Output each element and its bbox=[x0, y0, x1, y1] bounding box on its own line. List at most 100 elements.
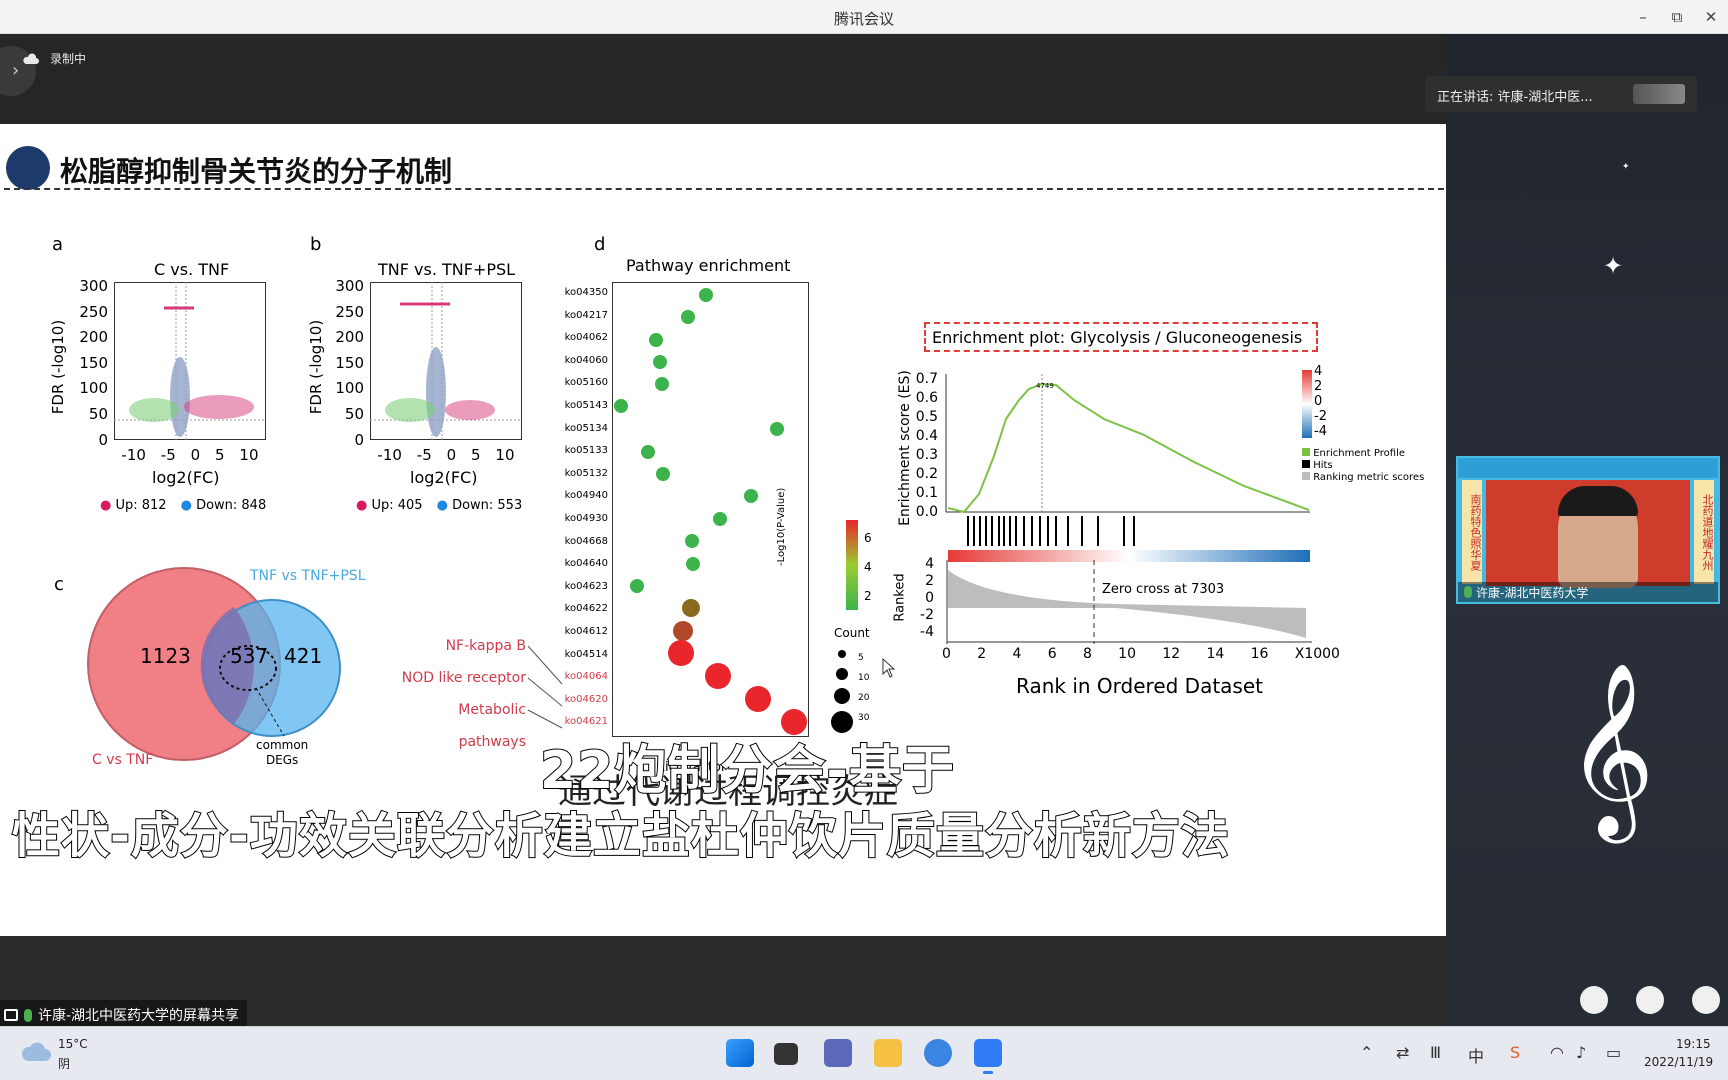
panel-c-letter: c bbox=[54, 574, 64, 595]
taskbar: 15°C 阴 ⌃ ⇄ Ⅲ 中 S ◠ ♪ ▭ 19:15 2022/11/19 bbox=[0, 1026, 1728, 1080]
gsea-xticks: 0 2 4 6 8 10 12 14 16 X1000 bbox=[942, 646, 1340, 662]
taskview-icon[interactable] bbox=[774, 1043, 798, 1065]
venn-common-count: 537 bbox=[230, 644, 269, 668]
title-bullet bbox=[6, 146, 50, 190]
panel-d-letter: d bbox=[594, 234, 606, 255]
slide-title: 松脂醇抑制骨关节炎的分子机制 bbox=[60, 155, 453, 188]
subtitle-line-1: 22炮制分会-基于 bbox=[539, 740, 955, 802]
participant-name: 许康-湖北中医药大学 bbox=[1476, 585, 1589, 600]
panel-b-xticks: -10 -5 0 5 10 bbox=[377, 446, 515, 464]
legend-swatch bbox=[1302, 472, 1310, 480]
panel-b-legend: ● Up: 405 ● Down: 553 bbox=[356, 498, 523, 513]
venn-right-label: TNF vs TNF+PSL bbox=[250, 568, 366, 584]
emoji-icon[interactable] bbox=[1580, 986, 1608, 1014]
panel-a-yticks: 300 250 200 150 100 50 0 bbox=[79, 277, 108, 449]
gsea-title: Enrichment plot: Glycolysis / Gluconeoge… bbox=[924, 322, 1318, 352]
participant-name-bar: 许康-湖北中医药大学 bbox=[1458, 582, 1718, 602]
start-icon[interactable] bbox=[726, 1039, 754, 1067]
app-icon-meeting[interactable] bbox=[824, 1039, 852, 1067]
speaking-indicator: 正在讲话: 许康-湖北中医... bbox=[1425, 76, 1697, 112]
sparkle-icon: ✦ bbox=[1603, 252, 1624, 280]
gsea-peak-label: 4749 bbox=[1036, 382, 1054, 390]
ime-icon[interactable]: 中 bbox=[1468, 1043, 1484, 1067]
gsea-legend: Enrichment Profile Hits Ranking metric s… bbox=[1302, 448, 1424, 484]
colorbar-title: -Log10(P-Value) bbox=[776, 487, 787, 566]
clock-date[interactable]: 2022/11/19 bbox=[1644, 1055, 1713, 1069]
sparkle-icon: ✦ bbox=[1622, 162, 1630, 172]
file-explorer-icon[interactable] bbox=[874, 1039, 902, 1067]
share-label-text: 许康-湖北中医药大学的屏幕共享 bbox=[38, 1008, 240, 1024]
count-legend-ticks: 5 10 20 30 bbox=[858, 653, 870, 723]
wifi-icon[interactable]: ◠ bbox=[1550, 1043, 1564, 1062]
video-banner-left: 南药特色照华夏 bbox=[1462, 480, 1482, 584]
colorbar-ticks: 642 bbox=[864, 531, 872, 603]
heat-ticks: 4 2 0 -2 -4 bbox=[1314, 364, 1327, 439]
volume-icon[interactable]: ♪ bbox=[1576, 1043, 1586, 1062]
video-banner bbox=[1458, 458, 1718, 478]
speaker-icon[interactable] bbox=[1633, 84, 1685, 104]
venn-right-count: 421 bbox=[284, 644, 323, 668]
tray-app-icon[interactable]: S bbox=[1510, 1043, 1520, 1062]
panel-a-xlabel: log2(FC) bbox=[152, 468, 220, 487]
panel-b-xlabel: log2(FC) bbox=[410, 468, 478, 487]
pvalue-colorbar bbox=[846, 520, 858, 610]
panel-b-ylabel: FDR (-log10) bbox=[307, 319, 325, 415]
speaking-label: 正在讲话: 许康-湖北中医... bbox=[1437, 90, 1593, 105]
tray-icon[interactable]: ⇄ bbox=[1396, 1043, 1409, 1062]
panel-a-letter: a bbox=[52, 234, 64, 255]
panel-a-ylabel: FDR (-log10) bbox=[49, 319, 67, 415]
cloud-icon bbox=[23, 52, 39, 64]
screen-share-icon bbox=[4, 1009, 18, 1021]
screen-share-label: 许康-湖北中医药大学的屏幕共享 bbox=[0, 1000, 248, 1026]
rank-ticks: 4 2 0 -2 -4 bbox=[920, 556, 934, 640]
tray-meeting-icon[interactable]: Ⅲ bbox=[1430, 1043, 1441, 1062]
heat-colorbar bbox=[1302, 370, 1312, 438]
close-button[interactable]: ✕ bbox=[1698, 6, 1724, 28]
tencent-meeting-icon[interactable] bbox=[974, 1039, 1002, 1067]
pathway-callouts: NF-kappa B NOD like receptor Metabolic pat… bbox=[401, 638, 526, 750]
emoji-icon[interactable] bbox=[1692, 986, 1720, 1014]
mouse-cursor-icon bbox=[882, 658, 896, 678]
video-banner-right: 北药道地耀九州 bbox=[1694, 480, 1714, 584]
minimize-button[interactable]: – bbox=[1630, 6, 1656, 28]
legend-swatch bbox=[1302, 448, 1310, 456]
mic-icon bbox=[24, 1008, 32, 1022]
emoji-icon[interactable] bbox=[1636, 986, 1664, 1014]
panel-b-yticks: 300 250 200 150 100 50 0 bbox=[335, 277, 364, 449]
volcano-plot-b bbox=[370, 282, 522, 440]
panel-a-legend: ● Up: 812 ● Down: 848 bbox=[100, 498, 267, 513]
subtitle-line-2: 性状-成分-功效关联分析建立盐杜仲饮片质量分析新方法 bbox=[11, 807, 1230, 865]
title-divider bbox=[4, 188, 1444, 190]
count-legend-title: Count bbox=[834, 626, 870, 640]
gsea-xlabel: Rank in Ordered Dataset bbox=[1016, 674, 1263, 698]
panel-a-xticks: -10 -5 0 5 10 bbox=[121, 446, 259, 464]
count-legend bbox=[831, 650, 853, 733]
mic-icon bbox=[1464, 586, 1472, 598]
recording-label: 录制中 bbox=[50, 52, 87, 66]
recording-indicator: 录制中 bbox=[22, 50, 86, 67]
window-titlebar: 腾讯会议 – ⧉ ✕ bbox=[0, 0, 1728, 34]
ranked-metric-plot bbox=[946, 560, 1312, 644]
panel-b-letter: b bbox=[310, 234, 322, 255]
browser-icon[interactable] bbox=[924, 1039, 952, 1067]
gsea-yticks: 0.7 0.6 0.5 0.4 0.3 0.2 0.1 0.0 bbox=[915, 371, 938, 520]
battery-icon[interactable]: ▭ bbox=[1606, 1043, 1621, 1062]
chevron-up-icon[interactable]: ⌃ bbox=[1360, 1043, 1373, 1062]
panel-a-title: C vs. TNF bbox=[154, 260, 230, 279]
panel-b-title: TNF vs. TNF+PSL bbox=[378, 260, 516, 279]
venn-left-count: 1123 bbox=[140, 644, 191, 668]
active-app-indicator bbox=[983, 1071, 993, 1074]
clock-time[interactable]: 19:15 bbox=[1676, 1037, 1711, 1051]
weather-temp[interactable]: 15°C bbox=[58, 1037, 88, 1051]
panel-d-title: Pathway enrichment bbox=[626, 256, 791, 275]
venn-common-label: common DEGs bbox=[256, 738, 309, 767]
presenter-hair bbox=[1558, 486, 1638, 516]
weather-cloud-icon[interactable] bbox=[22, 1041, 52, 1063]
participant-video[interactable]: 南药特色照华夏 北药道地耀九州 许康-湖北中医药大学 bbox=[1456, 456, 1720, 604]
zero-cross-label: Zero cross at 7303 bbox=[1102, 582, 1225, 597]
ranked-ylabel: Ranked bbox=[892, 573, 908, 622]
volcano-plot-a bbox=[114, 282, 266, 440]
weather-desc[interactable]: 阴 bbox=[58, 1055, 70, 1072]
restore-button[interactable]: ⧉ bbox=[1664, 6, 1690, 28]
emoji-icons bbox=[1580, 986, 1720, 1014]
